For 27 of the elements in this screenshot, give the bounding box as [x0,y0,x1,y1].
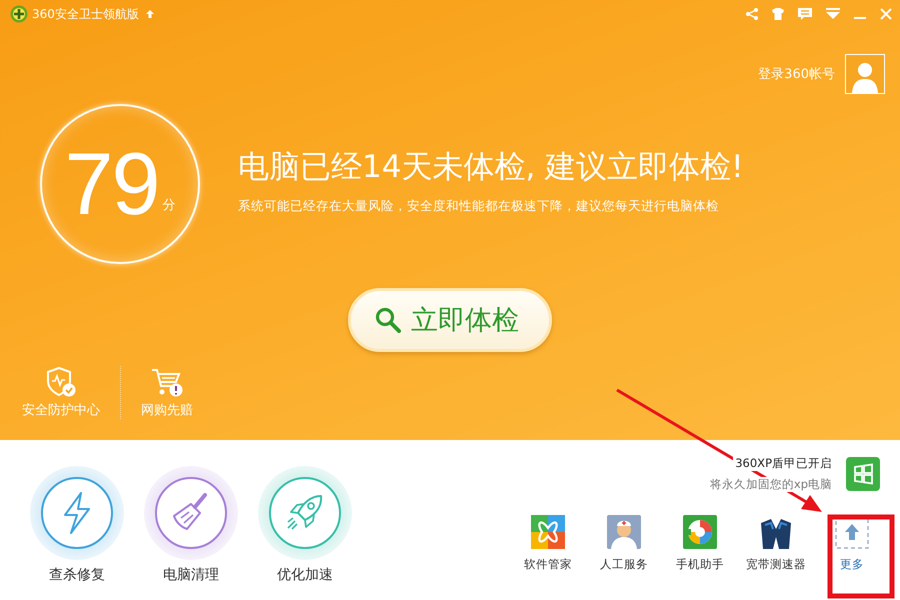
app-shortcut[interactable]: 软件管家 [512,515,584,572]
app-shortcut[interactable]: 更多 [816,515,888,572]
dropdown-menu-icon [826,8,840,20]
score-value: 79 [64,140,158,228]
score-unit: 分 [162,197,176,214]
search-icon [375,307,401,333]
window-title: 360安全卫士领航版 [32,6,139,22]
app-shortcut[interactable]: 人工服务 [588,515,660,572]
doctor-figure-icon [607,515,641,549]
shirt-icon [772,8,784,20]
colorful-ring-icon [683,515,717,549]
four-square-flower-icon [531,515,565,549]
shopping-cart-icon [151,366,183,398]
close-icon [880,8,892,20]
subtitle: 系统可能已经存在大量风险，安全度和性能都在极速下降，建议您每天进行电脑体检 [238,198,720,215]
app-shortcut[interactable]: 宽带测速器 [740,515,812,572]
shield-icon [45,366,77,398]
windows-logo-icon [846,457,880,491]
avatar-silhouette-icon [845,54,885,94]
up-arrow-icon [144,9,155,19]
app-shortcut[interactable]: 手机助手 [664,515,736,572]
headline: 电脑已经14天未体检, 建议立即体检! [238,148,744,187]
minimize-icon [854,17,866,19]
message-icon [798,8,812,20]
xp-shield-description: 将永久加固您的xp电脑 [708,477,834,492]
app-logo-icon [10,5,28,23]
share-icon [746,8,758,20]
